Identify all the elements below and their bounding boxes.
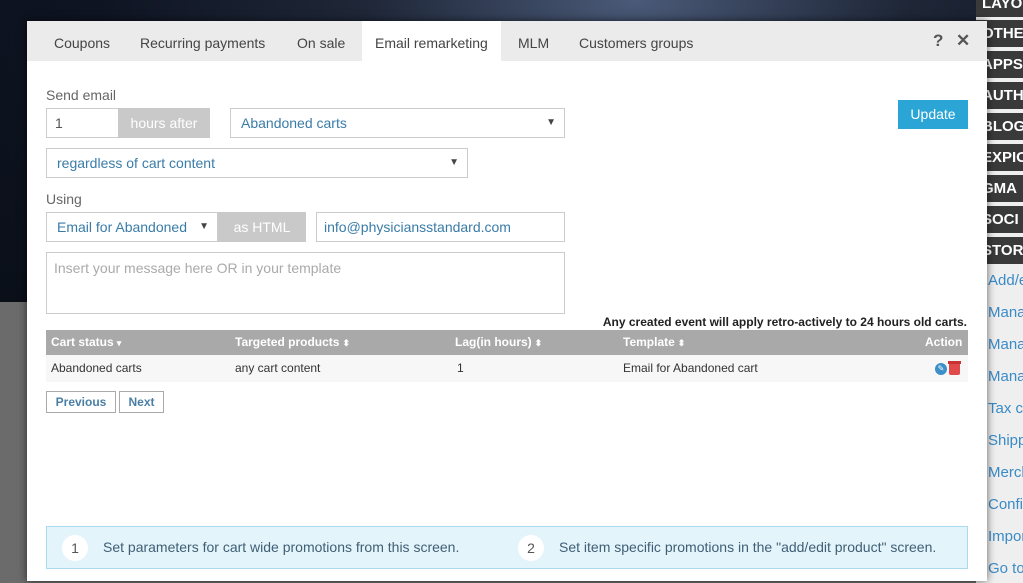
sort-icon: ⬍ — [677, 338, 686, 348]
trigger-select[interactable]: Abandoned carts ▼ — [230, 108, 565, 138]
tab-on-sale[interactable]: On sale — [284, 21, 358, 61]
previous-button[interactable]: Previous — [46, 391, 116, 413]
sidebar-item-layout[interactable]: LAYO — [976, 0, 1023, 17]
send-email-label: Send email — [46, 87, 117, 103]
tab-recurring-payments[interactable]: Recurring payments — [127, 21, 278, 61]
column-label: Cart status — [51, 335, 114, 349]
tab-customers-groups[interactable]: Customers groups — [566, 21, 706, 61]
column-template[interactable]: Template ⬍ — [623, 330, 685, 355]
column-label: Template — [623, 335, 675, 349]
cell-cart-status: Abandoned carts — [51, 361, 142, 375]
trigger-select-value: Abandoned carts — [241, 115, 347, 131]
content-select-value: regardless of cart content — [57, 155, 215, 171]
sort-icon: ⬍ — [534, 338, 543, 348]
close-icon[interactable]: ✕ — [956, 31, 970, 51]
hours-input[interactable]: 1 — [46, 108, 119, 138]
tab-coupons[interactable]: Coupons — [41, 21, 123, 61]
table-header: Cart status ▾ Targeted products ⬍ Lag(in h… — [46, 330, 968, 355]
info-text: Set parameters for cart wide promotions … — [103, 539, 460, 555]
column-lag[interactable]: Lag(in hours) ⬍ — [455, 330, 542, 355]
update-button[interactable]: Update — [898, 100, 968, 129]
info-bar: 1 Set parameters for cart wide promotion… — [46, 526, 968, 569]
edit-icon[interactable]: ✎ — [935, 363, 947, 375]
tab-bar: Coupons Recurring payments On sale Email… — [27, 21, 987, 61]
tab-email-remarketing[interactable]: Email remarketing — [362, 21, 501, 61]
sort-desc-icon: ▾ — [116, 338, 122, 348]
info-text: Set item specific promotions in the "add… — [559, 539, 937, 555]
cell-template: Email for Abandoned cart — [623, 361, 758, 375]
help-icon[interactable]: ? — [933, 31, 943, 51]
tab-mlm[interactable]: MLM — [505, 21, 562, 61]
promotions-modal: Coupons Recurring payments On sale Email… — [27, 21, 987, 581]
using-label: Using — [46, 191, 82, 207]
column-targeted-products[interactable]: Targeted products ⬍ — [235, 330, 350, 355]
chevron-down-icon: ▼ — [199, 221, 209, 232]
step-number: 2 — [518, 535, 544, 561]
format-addon[interactable]: as HTML — [218, 212, 306, 242]
template-select[interactable]: Email for Abandoned ▼ — [46, 212, 218, 242]
sort-icon: ⬍ — [342, 338, 351, 348]
column-action: Action — [925, 335, 963, 349]
retroactive-note: Any created event will apply retro-activ… — [602, 315, 967, 329]
chevron-down-icon: ▼ — [546, 117, 556, 128]
table-row: Abandoned carts any cart content 1 Email… — [46, 355, 968, 382]
cell-targeted-products: any cart content — [235, 361, 321, 375]
delete-icon[interactable] — [948, 361, 961, 375]
cell-lag: 1 — [457, 361, 464, 375]
chevron-down-icon: ▼ — [449, 157, 459, 168]
hours-after-addon: hours after — [118, 108, 210, 138]
next-button[interactable]: Next — [119, 391, 164, 413]
column-cart-status[interactable]: Cart status ▾ — [51, 330, 121, 355]
column-label: Targeted products — [235, 335, 340, 349]
message-textarea[interactable]: Insert your message here OR in your temp… — [46, 252, 565, 314]
sender-email-input[interactable]: info@physiciansstandard.com — [316, 212, 565, 242]
step-number: 1 — [62, 535, 88, 561]
template-select-value: Email for Abandoned — [57, 219, 187, 235]
content-select[interactable]: regardless of cart content ▼ — [46, 148, 468, 178]
column-label: Lag(in hours) — [455, 335, 532, 349]
